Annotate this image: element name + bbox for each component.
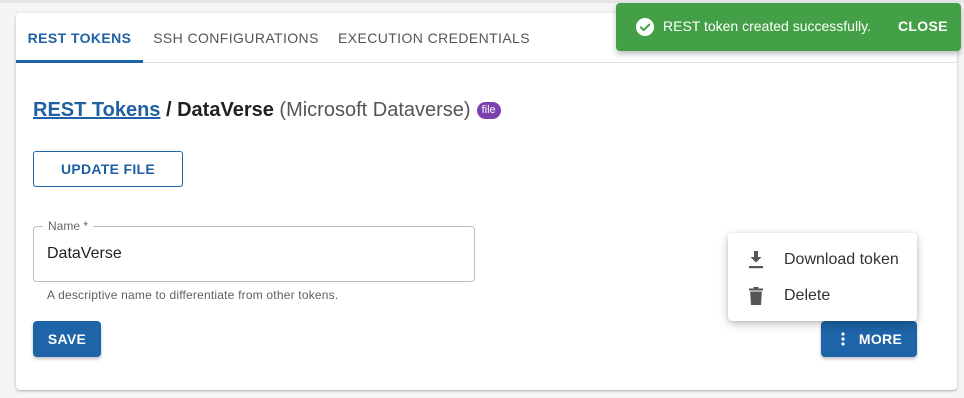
breadcrumb-current: DataVerse: [177, 99, 274, 121]
breadcrumb-separator: /: [160, 99, 178, 121]
page-title: REST Tokens / DataVerse (Microsoft Datav…: [33, 99, 501, 125]
more-menu: Download token Delete: [728, 233, 917, 321]
download-icon: [747, 251, 765, 269]
update-file-button[interactable]: UPDATE FILE: [33, 151, 183, 187]
menu-item-delete[interactable]: Delete: [728, 278, 917, 314]
name-field-value[interactable]: DataVerse: [47, 245, 122, 263]
menu-item-label: Delete: [784, 287, 831, 304]
file-badge: file: [476, 102, 501, 119]
more-button[interactable]: MORE: [821, 321, 917, 357]
more-button-label: MORE: [858, 331, 903, 347]
name-field-helper: A descriptive name to differentiate from…: [47, 288, 339, 302]
tab-ssh-configurations[interactable]: SSH CONFIGURATIONS: [143, 13, 329, 63]
save-button[interactable]: SAVE: [33, 321, 101, 357]
toast-message: REST token created successfully.: [663, 18, 872, 34]
name-field[interactable]: Name * DataVerse: [33, 219, 475, 282]
tab-rest-tokens[interactable]: REST TOKENS: [16, 13, 143, 63]
toast-close-button[interactable]: CLOSE: [898, 18, 948, 34]
active-tab-indicator: [16, 60, 143, 63]
check-circle-icon: [636, 18, 654, 36]
menu-item-download-token[interactable]: Download token: [728, 242, 917, 278]
menu-item-label: Download token: [784, 251, 899, 268]
breadcrumb-rest-tokens-link[interactable]: REST Tokens: [33, 99, 160, 121]
name-field-label: Name *: [43, 219, 94, 233]
more-vertical-icon: [836, 331, 850, 347]
token-type-subtitle: (Microsoft Dataverse): [279, 99, 471, 121]
main-card: REST TOKENS SSH CONFIGURATIONS EXECUTION…: [16, 13, 957, 390]
tab-execution-credentials[interactable]: EXECUTION CREDENTIALS: [329, 13, 539, 63]
success-toast: REST token created successfully. CLOSE: [616, 3, 961, 51]
trash-icon: [747, 287, 765, 305]
